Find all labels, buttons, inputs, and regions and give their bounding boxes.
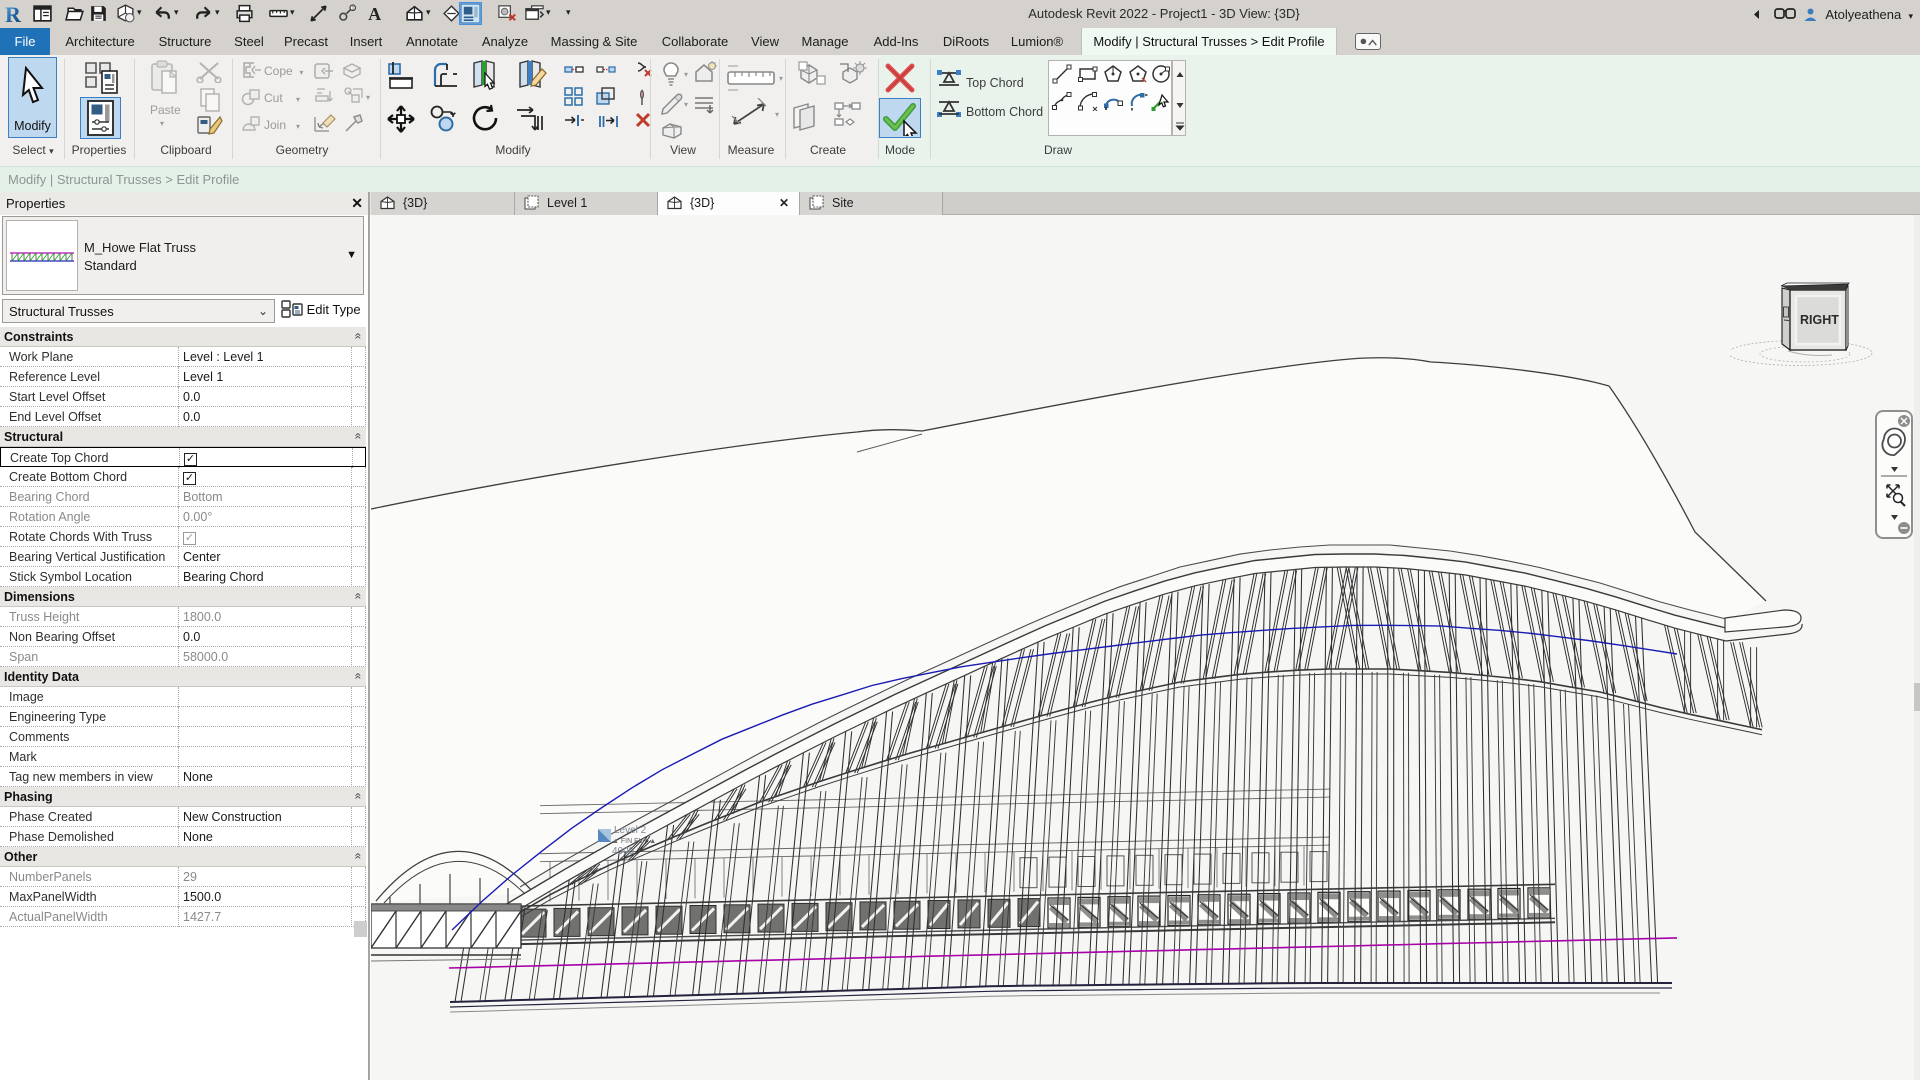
svg-text:RIGHT: RIGHT	[1800, 313, 1839, 327]
svg-text:4000: 4000	[612, 846, 635, 857]
svg-text:Level 2: Level 2	[614, 825, 647, 836]
svg-text:▲ FIN FLR ▲: ▲ FIN FLR ▲	[612, 838, 656, 845]
